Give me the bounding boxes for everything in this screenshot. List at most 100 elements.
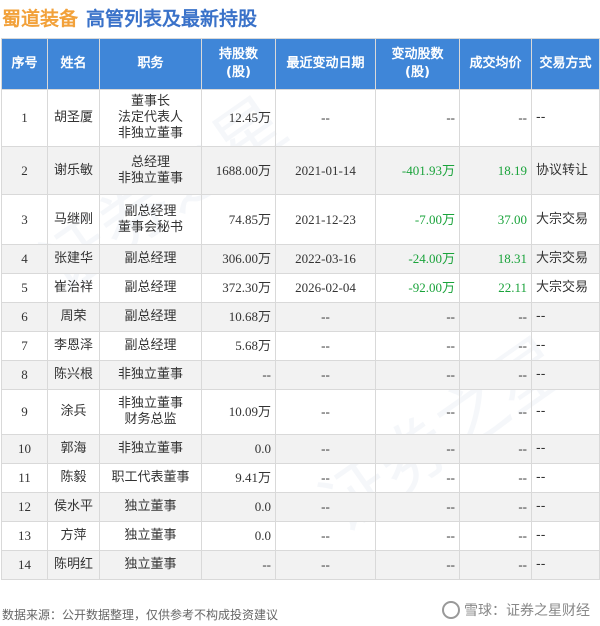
table-row: 5 崔治祥 副总经理 372.30万 2026-02-04 -92.00万 22.11 大宗交…	[1, 273, 600, 303]
shares-changed-cell: --	[375, 389, 460, 435]
table-header-row: 序号 姓名 职务 持股数 (股) 最近变动日期 变动股数 (股) 成交均价 交易方式	[1, 38, 600, 90]
avg-price-cell: --	[459, 302, 532, 332]
avg-price-cell: --	[459, 89, 532, 147]
table-row: 14 陈明红 独立董事 -- -- -- -- --	[1, 550, 600, 580]
column-header: 职务	[99, 38, 202, 90]
shares-changed-cell: --	[375, 360, 460, 390]
last-change-date-cell: --	[275, 463, 376, 493]
shares-held-cell: --	[201, 360, 276, 390]
shares-held-cell: 0.0	[201, 492, 276, 522]
trade-method-cell: --	[531, 302, 600, 332]
trade-method-cell: 大宗交易	[531, 194, 600, 245]
avg-price-cell: --	[459, 492, 532, 522]
shares-held-cell: 306.00万	[201, 244, 276, 274]
table-row: 2 谢乐敏 总经理 非独立董事 1688.00万 2021-01-14 -401.93万 1…	[1, 146, 600, 195]
row-number-cell: 13	[1, 521, 48, 551]
shares-changed-cell: -24.00万	[375, 244, 460, 274]
shares-held-cell: 12.45万	[201, 89, 276, 147]
row-number-cell: 1	[1, 89, 48, 147]
table-row: 6 周荣 副总经理 10.68万 -- -- -- --	[1, 302, 600, 332]
row-number-cell: 6	[1, 302, 48, 332]
table-row: 3 马继刚 副总经理 董事会秘书 74.85万 2021-12-23 -7.00万 37.0…	[1, 194, 600, 245]
table-row: 4 张建华 副总经理 306.00万 2022-03-16 -24.00万 18.31 大宗交…	[1, 244, 600, 274]
person-name-cell: 崔治祥	[47, 273, 100, 303]
column-header: 持股数 (股)	[201, 38, 276, 90]
avg-price-cell: 18.19	[459, 146, 532, 195]
avg-price-cell: --	[459, 389, 532, 435]
shares-changed-cell: --	[375, 492, 460, 522]
shares-held-cell: 74.85万	[201, 194, 276, 245]
shares-changed-cell: -92.00万	[375, 273, 460, 303]
shares-changed-cell: --	[375, 331, 460, 361]
last-change-date-cell: --	[275, 302, 376, 332]
column-header: 姓名	[47, 38, 100, 90]
position-cell: 副总经理	[99, 273, 202, 303]
last-change-date-cell: --	[275, 492, 376, 522]
trade-method-cell: --	[531, 89, 600, 147]
shares-held-cell: 0.0	[201, 434, 276, 464]
trade-method-cell: --	[531, 360, 600, 390]
row-number-cell: 4	[1, 244, 48, 274]
trade-method-cell: 大宗交易	[531, 244, 600, 274]
row-number-cell: 12	[1, 492, 48, 522]
row-number-cell: 10	[1, 434, 48, 464]
trade-method-cell: --	[531, 463, 600, 493]
person-name-cell: 张建华	[47, 244, 100, 274]
last-change-date-cell: 2022-03-16	[275, 244, 376, 274]
position-cell: 副总经理	[99, 331, 202, 361]
shares-held-cell: 10.68万	[201, 302, 276, 332]
shares-held-cell: 0.0	[201, 521, 276, 551]
column-header: 变动股数 (股)	[375, 38, 460, 90]
table-row: 10 郭海 非独立董事 0.0 -- -- -- --	[1, 434, 600, 464]
row-number-cell: 2	[1, 146, 48, 195]
executive-table: 序号 姓名 职务 持股数 (股) 最近变动日期 变动股数 (股) 成交均价 交易方式 1 胡圣厦…	[1, 38, 600, 580]
trade-method-cell: --	[531, 492, 600, 522]
shares-changed-cell: --	[375, 434, 460, 464]
shares-held-cell: 372.30万	[201, 273, 276, 303]
table-row: 9 涂兵 非独立董事 财务总监 10.09万 -- -- -- --	[1, 389, 600, 435]
avg-price-cell: 18.31	[459, 244, 532, 274]
shares-changed-cell: -7.00万	[375, 194, 460, 245]
trade-method-cell: --	[531, 389, 600, 435]
person-name-cell: 胡圣厦	[47, 89, 100, 147]
avg-price-cell: --	[459, 550, 532, 580]
shares-changed-cell: --	[375, 521, 460, 551]
person-name-cell: 马继刚	[47, 194, 100, 245]
person-name-cell: 陈毅	[47, 463, 100, 493]
position-cell: 副总经理	[99, 302, 202, 332]
avg-price-cell: --	[459, 463, 532, 493]
avg-price-cell: --	[459, 360, 532, 390]
position-cell: 董事长 法定代表人 非独立董事	[99, 89, 202, 147]
shares-held-cell: --	[201, 550, 276, 580]
page-title: 蜀道装备 高管列表及最新持股	[2, 2, 257, 32]
row-number-cell: 8	[1, 360, 48, 390]
person-name-cell: 周荣	[47, 302, 100, 332]
avg-price-cell: --	[459, 521, 532, 551]
person-name-cell: 郭海	[47, 434, 100, 464]
trade-method-cell: 大宗交易	[531, 273, 600, 303]
position-cell: 独立董事	[99, 550, 202, 580]
last-change-date-cell: 2021-12-23	[275, 194, 376, 245]
avg-price-cell: 37.00	[459, 194, 532, 245]
position-cell: 副总经理 董事会秘书	[99, 194, 202, 245]
person-name-cell: 涂兵	[47, 389, 100, 435]
person-name-cell: 方萍	[47, 521, 100, 551]
table-row: 8 陈兴根 非独立董事 -- -- -- -- --	[1, 360, 600, 390]
company-name: 蜀道装备	[2, 7, 79, 30]
shares-changed-cell: --	[375, 463, 460, 493]
table-row: 1 胡圣厦 董事长 法定代表人 非独立董事 12.45万 -- -- -- --	[1, 89, 600, 147]
position-cell: 非独立董事 财务总监	[99, 389, 202, 435]
column-header: 交易方式	[531, 38, 600, 90]
row-number-cell: 7	[1, 331, 48, 361]
person-name-cell: 陈明红	[47, 550, 100, 580]
row-number-cell: 5	[1, 273, 48, 303]
position-cell: 副总经理	[99, 244, 202, 274]
shares-held-cell: 1688.00万	[201, 146, 276, 195]
shares-changed-cell: --	[375, 89, 460, 147]
last-change-date-cell: --	[275, 550, 376, 580]
brand-label: 雪球：证券之星财经	[464, 603, 590, 619]
avg-price-cell: 22.11	[459, 273, 532, 303]
last-change-date-cell: --	[275, 521, 376, 551]
position-cell: 职工代表董事	[99, 463, 202, 493]
data-source-note: 数据来源：公开数据整理，仅供参考不构成投资建议	[2, 608, 279, 622]
